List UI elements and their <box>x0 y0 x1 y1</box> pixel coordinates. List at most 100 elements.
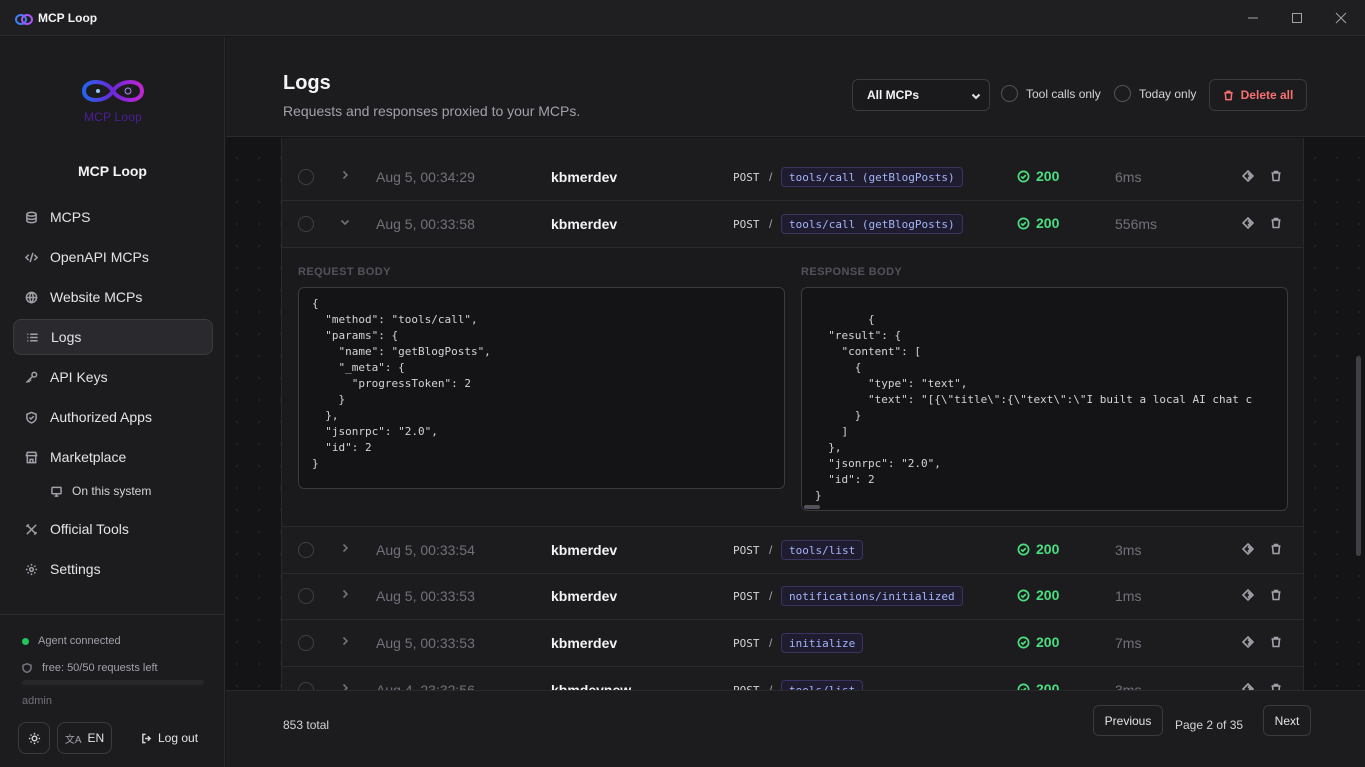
minimize-icon <box>1248 17 1258 19</box>
log-client: kbmerdev <box>551 216 618 232</box>
total-count: 853 total <box>283 718 330 732</box>
sidebar-item-settings[interactable]: Settings <box>13 551 213 587</box>
log-method: POST <box>733 171 760 184</box>
chevron-right-icon[interactable] <box>340 543 350 553</box>
sidebar-item-mcps[interactable]: MCPS <box>13 199 213 235</box>
shield-check-icon <box>26 411 37 424</box>
logout-button[interactable]: Log out <box>141 722 198 754</box>
log-row[interactable]: Aug 5, 00:33:58 kbmerdev POST / tools/call (… <box>282 201 1303 248</box>
sidebar-item-api-keys[interactable]: API Keys <box>13 359 213 395</box>
logs-table: REQUEST BODY RESPONSE BODY { "method": "… <box>281 138 1304 690</box>
quota-progress-bar <box>22 680 204 685</box>
status-badge: 200 <box>1017 215 1059 231</box>
check-circle-icon <box>1017 217 1030 229</box>
chevron-down-icon[interactable] <box>340 217 350 227</box>
log-row[interactable]: Aug 5, 00:33:54 kbmerdev POST / tools/list 20… <box>282 527 1303 574</box>
log-path-badge: tools/call (getBlogPosts) <box>781 214 963 234</box>
agent-status-text: Agent connected <box>38 635 121 647</box>
row-select-checkbox[interactable] <box>298 682 314 690</box>
trash-icon[interactable] <box>1270 217 1282 229</box>
shield-icon <box>22 663 32 673</box>
row-select-checkbox[interactable] <box>298 169 314 185</box>
app-logo-icon <box>15 13 33 25</box>
previous-page-button[interactable]: Previous <box>1093 705 1163 736</box>
tool-calls-only-label: Tool calls only <box>1026 86 1101 101</box>
replay-icon[interactable] <box>1242 543 1254 555</box>
replay-icon[interactable] <box>1242 589 1254 601</box>
row-select-checkbox[interactable] <box>298 588 314 604</box>
sidebar-nav: MCPS OpenAPI MCPs Website MCPs Logs API … <box>13 199 213 591</box>
replay-icon[interactable] <box>1242 683 1254 690</box>
horizontal-scrollbar[interactable] <box>804 505 820 509</box>
log-duration: 6ms <box>1115 169 1142 185</box>
log-row[interactable]: Aug 5, 00:33:53 kbmerdev POST / initialize 20… <box>282 620 1303 667</box>
request-body-label: REQUEST BODY <box>298 266 391 278</box>
replay-icon[interactable] <box>1242 636 1254 648</box>
database-icon <box>26 211 37 223</box>
checkbox[interactable] <box>1114 85 1131 102</box>
log-client: kbmerdev <box>551 542 618 558</box>
request-body-code[interactable]: { "method": "tools/call", "params": { "n… <box>298 287 785 489</box>
chevron-right-icon[interactable] <box>340 589 350 599</box>
log-time: Aug 4, 23:32:56 <box>376 682 475 690</box>
logout-icon <box>142 733 152 743</box>
minimize-button[interactable] <box>1231 0 1275 36</box>
today-only-toggle[interactable]: Today only <box>1114 85 1196 102</box>
response-body-code[interactable]: { "result": { "content": [ { "type": "te… <box>801 287 1288 511</box>
sidebar-item-label: Logs <box>51 329 82 345</box>
log-row[interactable]: Aug 5, 00:34:29 kbmerdev POST / tools/call (… <box>282 154 1303 201</box>
row-select-checkbox[interactable] <box>298 635 314 651</box>
sidebar-item-on-this-system[interactable]: On this system <box>13 475 213 507</box>
log-time: Aug 5, 00:33:58 <box>376 216 475 232</box>
sidebar-item-website-mcps[interactable]: Website MCPs <box>13 279 213 315</box>
language-button[interactable]: 文A EN <box>57 722 112 754</box>
path-separator: / <box>769 683 773 690</box>
tool-calls-only-toggle[interactable]: Tool calls only <box>1001 85 1101 102</box>
maximize-button[interactable] <box>1275 0 1319 36</box>
sidebar-item-openapi-mcps[interactable]: OpenAPI MCPs <box>13 239 213 275</box>
store-icon <box>25 451 38 463</box>
sidebar-footer: Agent connected free: 50/50 requests lef… <box>0 614 225 767</box>
trash-icon[interactable] <box>1270 683 1282 690</box>
trash-icon[interactable] <box>1270 636 1282 648</box>
chevron-right-icon[interactable] <box>340 683 350 690</box>
log-row[interactable]: Aug 4, 23:32:56kbmdevnewPOST/tools/list2… <box>282 667 1303 690</box>
sidebar: MCP Loop MCP Loop MCPS OpenAPI MCPs Webs… <box>0 37 225 767</box>
sidebar-item-official-tools[interactable]: Official Tools <box>13 511 213 547</box>
close-button[interactable] <box>1319 0 1363 36</box>
replay-icon[interactable] <box>1242 217 1254 229</box>
globe-icon <box>25 291 38 304</box>
theme-toggle-button[interactable] <box>18 722 50 754</box>
row-select-checkbox[interactable] <box>298 216 314 232</box>
sidebar-item-marketplace[interactable]: Marketplace <box>13 439 213 475</box>
chevron-right-icon[interactable] <box>340 170 350 180</box>
path-separator: / <box>769 636 773 650</box>
log-row[interactable]: Aug 5, 00:33:53 kbmerdev POST / notification… <box>282 573 1303 620</box>
page-title: Logs <box>283 72 331 94</box>
trash-icon[interactable] <box>1270 543 1282 555</box>
chevron-right-icon[interactable] <box>340 636 350 646</box>
path-separator: / <box>769 217 773 231</box>
trash-icon[interactable] <box>1270 170 1282 182</box>
sidebar-item-authorized-apps[interactable]: Authorized Apps <box>13 399 213 435</box>
replay-icon[interactable] <box>1242 170 1254 182</box>
log-method: POST <box>733 590 760 603</box>
check-circle-icon <box>1017 589 1030 601</box>
delete-all-button[interactable]: Delete all <box>1209 79 1307 111</box>
checkbox[interactable] <box>1001 85 1018 102</box>
mcp-filter-select[interactable]: All MCPs <box>852 79 990 111</box>
sidebar-item-logs[interactable]: Logs <box>13 319 213 355</box>
check-circle-icon <box>1017 636 1030 648</box>
trash-icon[interactable] <box>1270 589 1282 601</box>
gear-icon <box>25 563 38 575</box>
log-client: kbmerdev <box>551 588 618 604</box>
vertical-scrollbar[interactable] <box>1356 356 1361 556</box>
sun-icon <box>28 732 40 744</box>
log-client: kbmerdev <box>551 169 618 185</box>
language-label: EN <box>87 731 105 745</box>
next-page-button[interactable]: Next <box>1263 705 1311 736</box>
page-header: Logs Requests and responses proxied to y… <box>226 37 1365 137</box>
main-content: Logs Requests and responses proxied to y… <box>226 37 1365 767</box>
row-select-checkbox[interactable] <box>298 542 314 558</box>
translate-icon: 文A <box>64 734 82 746</box>
